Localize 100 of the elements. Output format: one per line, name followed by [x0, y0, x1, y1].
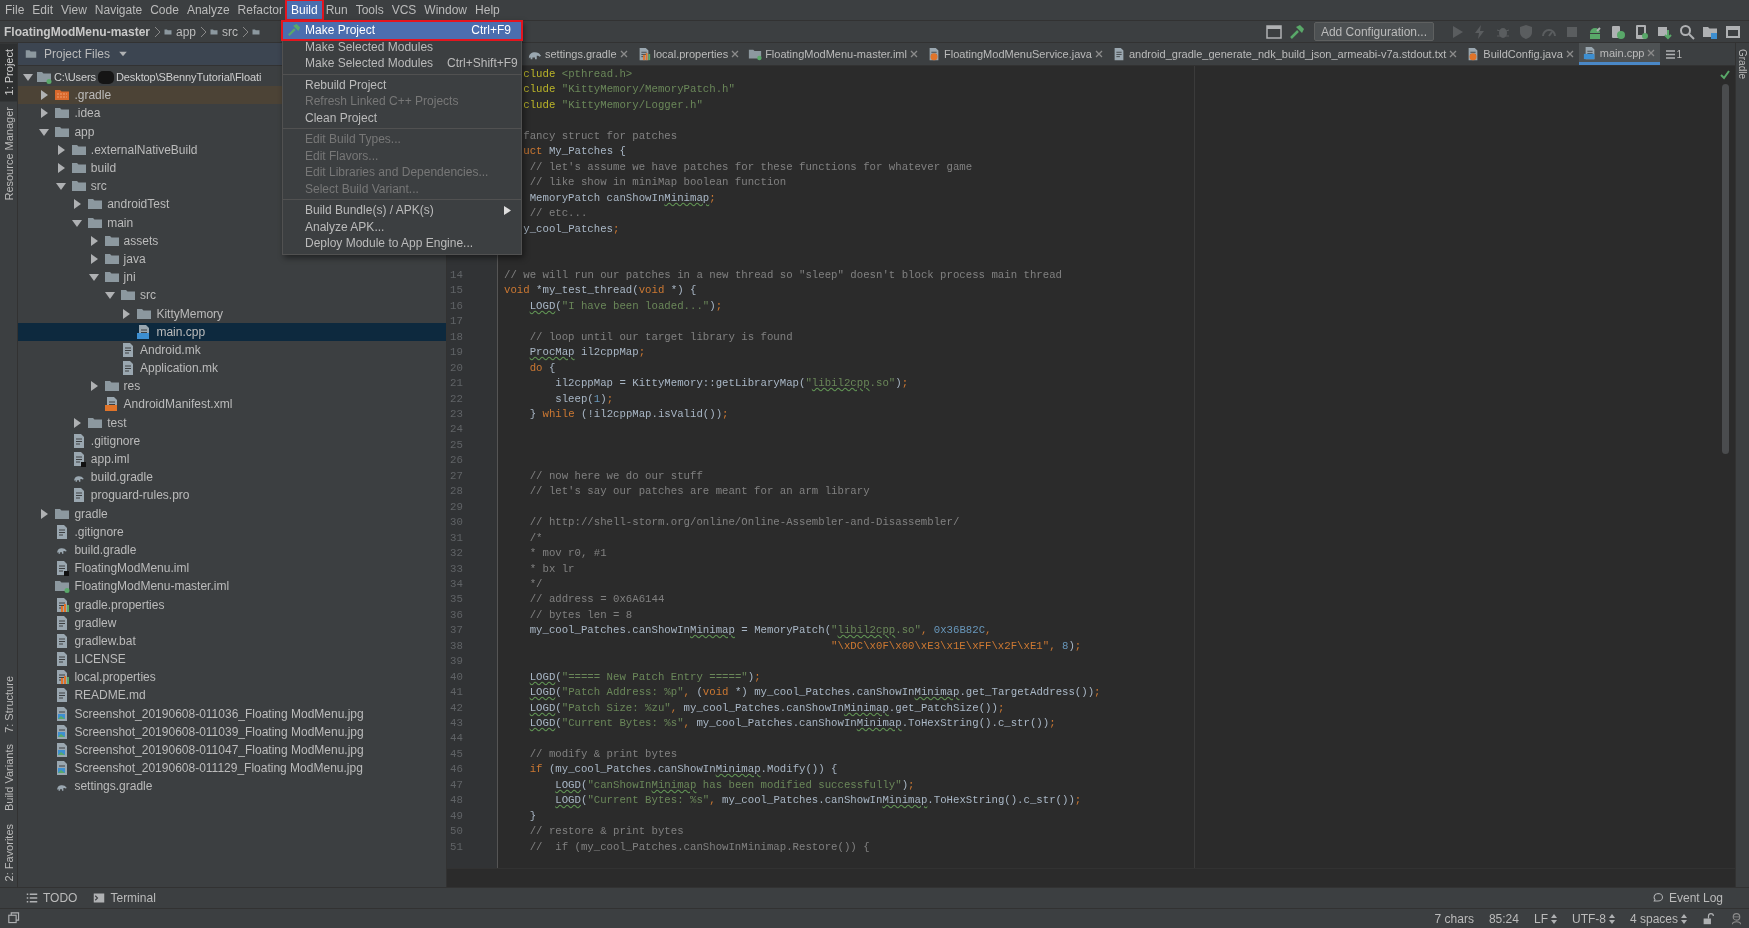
tree-item[interactable]: Android.mk [18, 340, 446, 359]
menu-item[interactable]: Refactor [233, 1, 287, 19]
editor-tab[interactable]: local.properties [632, 43, 745, 65]
menu-item[interactable]: Code [146, 1, 183, 19]
code-line: // bytes len = 8 [529, 608, 633, 623]
close-icon[interactable] [619, 50, 628, 58]
menu-item[interactable]: Analyze [182, 1, 234, 19]
editor-tab[interactable]: main.cpp [1578, 43, 1661, 65]
configuration-dropdown[interactable]: Add Configuration... [1313, 22, 1434, 41]
scrollbar-thumb[interactable] [1721, 84, 1729, 454]
tree-item[interactable]: app.iml [18, 449, 446, 469]
tree-item[interactable]: Screenshot_20190608-011039_Floating ModMenu.jpg [18, 722, 446, 741]
tree-item[interactable]: Application.mk [18, 359, 446, 378]
caret-position[interactable]: 85:24 [1488, 911, 1519, 926]
menu-item[interactable]: File [1, 1, 29, 19]
close-icon[interactable] [731, 50, 740, 58]
tool-window-button[interactable]: Resource Manager [0, 101, 17, 208]
tree-item[interactable]: jni [18, 268, 446, 287]
tree-item[interactable]: FloatingModMenu.iml [18, 559, 446, 578]
code-line: LOGD("canShowInMinimap has been modified successfully"); [555, 778, 915, 793]
tree-item[interactable]: gradle.properties [18, 595, 446, 614]
menu-item[interactable]: Analyze APK... [283, 218, 521, 235]
editor-tab[interactable]: settings.gradle [524, 43, 633, 65]
tree-item[interactable]: gradlew [18, 613, 446, 632]
menu-item[interactable]: VCS [387, 1, 421, 19]
code-line: } [529, 809, 537, 824]
code-line: LOGD("Current Bytes: %s", my_cool_Patches.canShowInMinimap.ToHexString().c_str()); [529, 717, 1056, 732]
encoding-selector[interactable]: UTF-8 [1571, 911, 1615, 926]
tree-item[interactable]: gradlew.bat [18, 631, 446, 650]
tree-item[interactable]: gradle [18, 504, 446, 523]
tool-window-button[interactable]: Build Variants [0, 738, 17, 818]
menu-item[interactable]: Make Selected Modules Ctrl+Shift+F9 [283, 55, 521, 72]
menu-item[interactable]: Tools [351, 1, 388, 19]
tree-item[interactable]: build.gradle [18, 468, 446, 487]
tree-item[interactable]: settings.gradle [18, 777, 446, 796]
tool-window-button[interactable]: 1: Project [0, 43, 17, 102]
close-icon[interactable] [1565, 50, 1574, 58]
tool-window-button[interactable]: Terminal [93, 891, 156, 905]
menu-item[interactable]: Window [420, 1, 472, 19]
hammer-icon[interactable] [1288, 23, 1305, 40]
breadcrumb-item[interactable]: src [210, 24, 239, 39]
breadcrumb-item[interactable]: FloatingModMenu-master [4, 24, 150, 39]
menu-item[interactable]: Navigate [90, 1, 147, 19]
tree-item[interactable]: Screenshot_20190608-011047_Floating ModMenu.jpg [18, 740, 446, 760]
unlocked-lock-icon[interactable] [1702, 912, 1715, 925]
tree-item[interactable]: KittyMemory [18, 304, 446, 323]
tree-item[interactable]: AndroidManifest.xml [18, 395, 446, 414]
menu-item[interactable]: Build Bundle(s) / APK(s) [283, 202, 521, 219]
tool-window-button[interactable]: Gradle [1736, 43, 1749, 85]
tree-item[interactable]: main.cpp [18, 322, 446, 341]
code-line: il2cppMap = KittyMemory::getLibraryMap("libil2cpp.so"); [555, 377, 909, 392]
code-line: my_cool_Patches.canShowInMinimap = MemoryPatch("libil2cpp.so", 0x36B82C, [529, 624, 992, 639]
window-icon[interactable] [1725, 23, 1741, 40]
code-line: */ [529, 577, 543, 592]
menu-item[interactable]: Run [321, 1, 352, 19]
view-selector[interactable]: Project Files [24, 47, 131, 61]
tree-item[interactable]: proguard-rules.pro [18, 486, 446, 505]
menu-item[interactable]: Edit [28, 1, 58, 19]
tree-item[interactable]: java [18, 249, 446, 269]
tree-item[interactable]: .gitignore [18, 522, 446, 541]
xml-file-icon [103, 396, 120, 413]
tool-window-button[interactable]: 2: Favorites [0, 817, 17, 887]
menu-item[interactable]: Make Project Ctrl+F9 [283, 22, 521, 39]
tree-item[interactable]: README.md [18, 686, 446, 705]
breadcrumb-item[interactable]: app [164, 24, 197, 39]
close-icon[interactable] [1094, 50, 1103, 58]
tree-item[interactable]: .gitignore [18, 431, 446, 450]
menu-item[interactable]: Deploy Module to App Engine... [283, 235, 521, 252]
editor-tab[interactable]: android_gradle_generate_ndk_build_json_armeabi-v7a.stdout.txt [1107, 43, 1463, 65]
tree-item[interactable]: LICENSE [18, 650, 446, 669]
event-log-button[interactable]: Event Log [1651, 891, 1723, 905]
menu-item[interactable]: Clean Project [283, 109, 521, 126]
close-icon[interactable] [1449, 50, 1458, 58]
window-icon[interactable] [1265, 23, 1282, 40]
tool-window-button[interactable]: 7: Structure [0, 669, 17, 739]
menu-item[interactable]: Help [471, 1, 504, 19]
indent-selector[interactable]: 4 spaces [1629, 911, 1687, 926]
tree-item[interactable]: test [18, 413, 446, 432]
search-icon[interactable] [1679, 23, 1695, 40]
windows-icon[interactable] [8, 912, 21, 925]
cpp-file-icon [1582, 45, 1597, 60]
menu-item[interactable]: Build [286, 1, 322, 19]
tree-item[interactable]: Screenshot_20190608-011129_Floating ModMenu.jpg [18, 759, 446, 778]
tool-window-button[interactable]: TODO [26, 891, 78, 905]
close-icon[interactable] [910, 50, 918, 58]
tree-item[interactable]: build.gradle [18, 540, 446, 560]
tree-item[interactable]: Screenshot_20190608-011036_Floating ModMenu.jpg [18, 704, 446, 723]
editor-tab[interactable]: FloatingModMenuService.java [923, 43, 1108, 65]
editor-tab[interactable]: FloatingModMenu-master.iml [744, 43, 923, 65]
editor-tab[interactable]: BuildConfig.java [1462, 43, 1579, 65]
hidden-tabs-button[interactable]: 1 [1660, 43, 1689, 65]
menu-item[interactable]: Make Selected Modules [283, 38, 521, 55]
tree-item[interactable]: res [18, 377, 446, 396]
code-line: void *my_test_thread(void *) { [504, 284, 697, 299]
device-icon[interactable] [1633, 23, 1649, 40]
tree-item[interactable]: src [18, 286, 446, 305]
line-separator-selector[interactable]: LF [1533, 911, 1557, 926]
tree-item[interactable]: FloatingModMenu-master.iml [18, 577, 446, 596]
tree-item[interactable]: local.properties [18, 668, 446, 687]
menu-item[interactable]: View [57, 1, 91, 19]
